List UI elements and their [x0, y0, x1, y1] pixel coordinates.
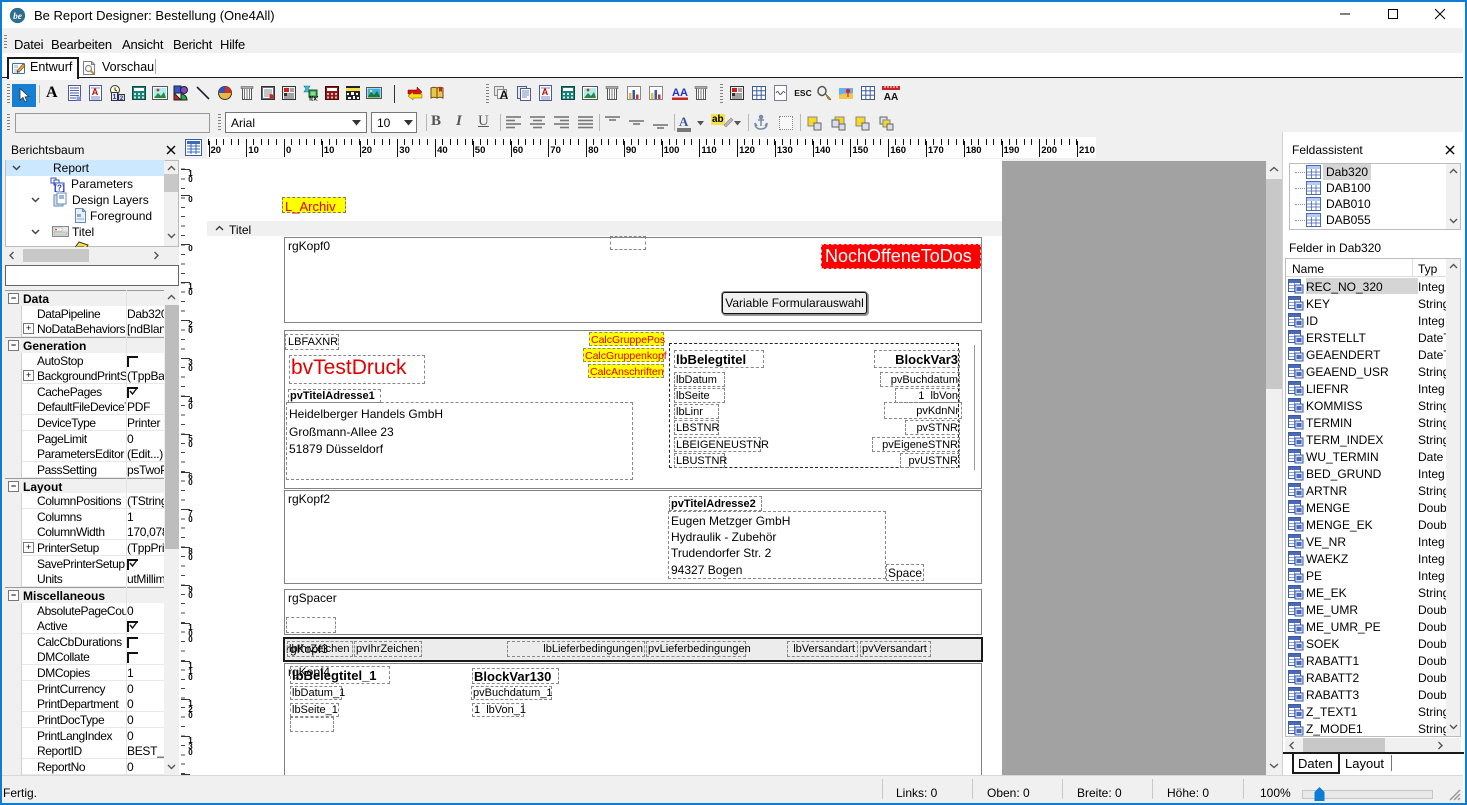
svg-text:[?]: [?]	[54, 184, 65, 193]
svg-text:be: be	[13, 12, 22, 22]
